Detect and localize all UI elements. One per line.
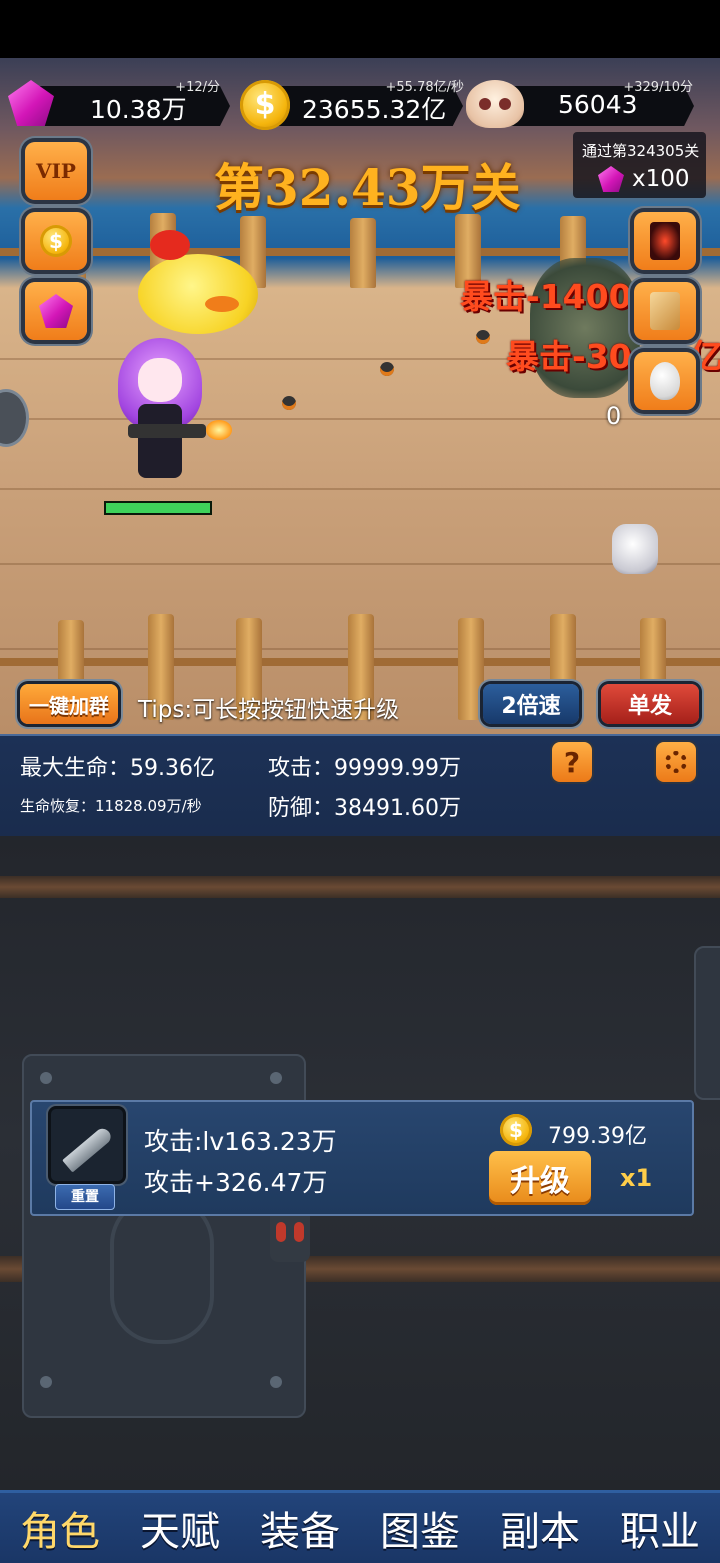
- vip-label: VIP: [36, 159, 76, 183]
- tips-text: Tips:可长按按钮快速升级: [138, 697, 400, 723]
- gold-rate: +55.78亿/秒: [385, 80, 465, 95]
- stage-reward-amount: x100: [632, 166, 690, 192]
- speed-button[interactable]: 2倍速: [483, 684, 579, 724]
- skull-icon: [466, 80, 524, 128]
- bullet: [380, 362, 394, 376]
- knife-icon: [62, 1125, 114, 1173]
- hero-body: [138, 404, 182, 478]
- portal-icon: [650, 222, 680, 260]
- nav-dungeon[interactable]: 副本: [500, 1499, 580, 1557]
- gold-count: 23655.32亿: [302, 95, 447, 124]
- hero-hp-fill: [106, 503, 210, 513]
- help-button[interactable]: ?: [552, 742, 592, 782]
- gear-icon: [665, 751, 687, 773]
- nav-role[interactable]: 角色: [20, 1499, 100, 1557]
- coin-shop-button[interactable]: $: [25, 212, 87, 270]
- hero-gun: [128, 424, 206, 438]
- weapon-slot[interactable]: [48, 1106, 126, 1184]
- cards-button[interactable]: [634, 282, 696, 340]
- coin-icon: $: [240, 80, 290, 130]
- nav-equipment[interactable]: 装备: [260, 1499, 340, 1557]
- vip-button[interactable]: VIP: [25, 142, 87, 200]
- gem-shop-button[interactable]: [25, 282, 87, 340]
- chick-companion: [138, 254, 258, 334]
- status-bar: [0, 0, 720, 58]
- egg-count: 0: [606, 402, 622, 430]
- nav-talent[interactable]: 天赋: [140, 1499, 220, 1557]
- gem-icon: [39, 294, 73, 328]
- upgrade-multiplier[interactable]: x1: [620, 1164, 652, 1192]
- reset-button[interactable]: 重置: [55, 1184, 115, 1210]
- defense-stat: 防御：38491.60万: [268, 796, 461, 821]
- coin-icon: $: [40, 225, 72, 257]
- gem-rate: +12/分: [175, 80, 220, 95]
- card-portal-button[interactable]: [634, 212, 696, 270]
- upgrade-title: 攻击:lv163.23万: [144, 1127, 337, 1156]
- bullet: [282, 396, 296, 410]
- enemy-robot: [612, 524, 658, 574]
- egg-button[interactable]: [634, 352, 696, 410]
- cards-icon: [650, 292, 680, 330]
- stage-reward-label: 通过第324305关: [582, 142, 700, 160]
- join-group-button[interactable]: 一键加群: [20, 684, 118, 724]
- attack-stat: 攻击：99999.99万: [268, 756, 461, 781]
- bottom-nav: 角色 天赋 装备 图鉴 副本 职业: [0, 1490, 720, 1563]
- upgrade-bonus: 攻击+326.47万: [144, 1168, 328, 1197]
- settings-button[interactable]: [656, 742, 696, 782]
- egg-icon: [650, 362, 680, 400]
- bullet: [476, 330, 490, 344]
- hp-regen-stat: 生命恢复：11828.09万/秒: [20, 797, 202, 815]
- hero-hp-bar: [104, 501, 212, 515]
- chick-comb: [150, 230, 190, 260]
- nav-class[interactable]: 职业: [620, 1499, 700, 1557]
- chick-beak: [205, 296, 239, 312]
- fire-mode-button[interactable]: 单发: [601, 684, 699, 724]
- skull-rate: +329/10分: [623, 80, 693, 95]
- level-title: 第32.43万关: [214, 158, 521, 217]
- upgrade-cost: 799.39亿: [548, 1124, 647, 1149]
- gem-count: 10.38万: [90, 95, 187, 124]
- muzzle-flash: [206, 420, 232, 440]
- max-hp-stat: 最大生命：59.36亿: [20, 756, 215, 781]
- upgrade-button[interactable]: 升级: [489, 1151, 591, 1205]
- hero-face: [138, 358, 182, 402]
- coin-icon: $: [500, 1114, 532, 1146]
- nav-codex[interactable]: 图鉴: [380, 1499, 460, 1557]
